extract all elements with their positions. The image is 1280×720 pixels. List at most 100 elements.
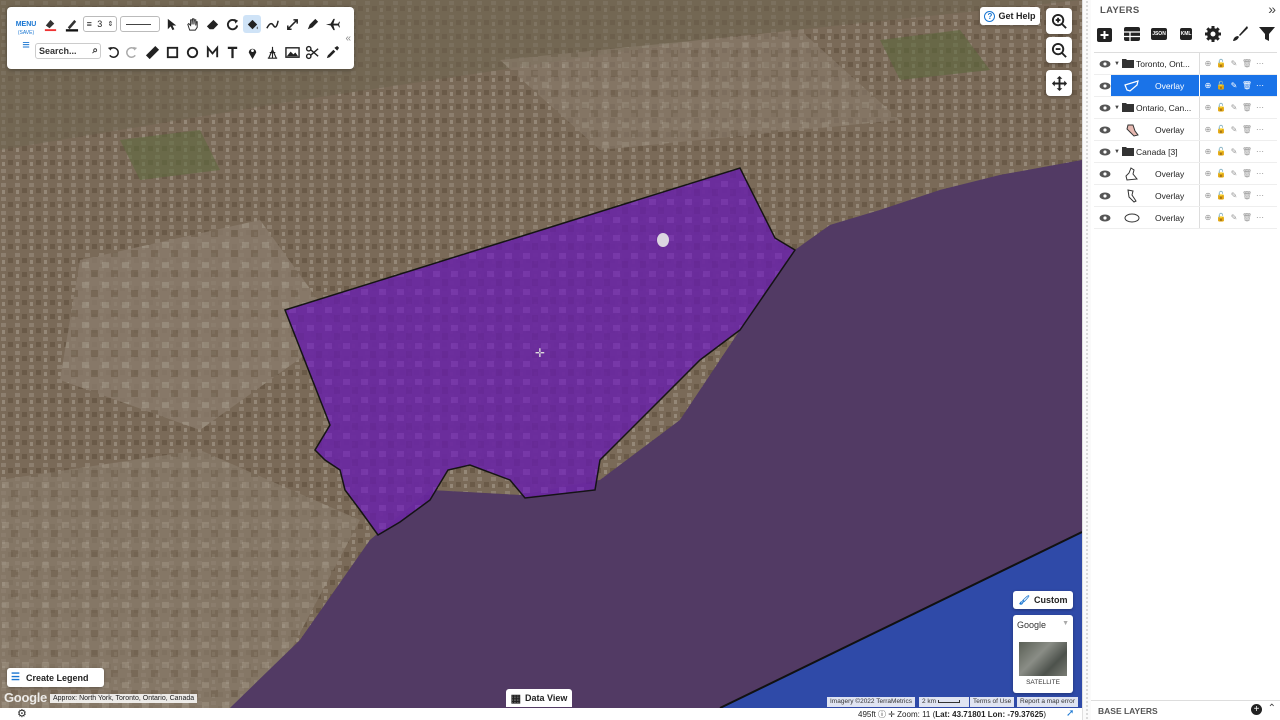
target-icon[interactable]: ⊕ (1203, 189, 1213, 201)
ruler-icon[interactable] (143, 43, 161, 61)
more-icon[interactable]: ⋯ (1255, 79, 1265, 91)
search-input[interactable]: Search... ⌕ (35, 43, 101, 59)
pointer-icon[interactable]: ➚ (1066, 708, 1074, 719)
more-icon[interactable]: ⋯ (1255, 123, 1265, 135)
lock-icon[interactable]: 🔓 (1216, 101, 1226, 113)
fill-color-icon[interactable] (41, 15, 59, 33)
zoom-in-button[interactable] (1046, 8, 1072, 34)
create-legend-button[interactable]: ☰ Create Legend (7, 668, 104, 687)
trash-icon[interactable]: 🗑 (1242, 101, 1252, 113)
data-view-button[interactable]: ▦ Data View (506, 689, 572, 707)
trash-icon[interactable]: 🗑 (1242, 123, 1252, 135)
layer-overlay-row[interactable]: Overlay ⊕ 🔓 ✎ 🗑 ⋯ (1094, 185, 1277, 207)
redo-icon[interactable] (122, 43, 140, 61)
visibility-eye-icon[interactable] (1099, 124, 1111, 136)
fill-bucket-icon[interactable] (243, 15, 261, 33)
terms-link[interactable]: Terms of Use (970, 697, 1015, 707)
layer-overlay-row[interactable]: Overlay ⊕ 🔓 ✎ 🗑 ⋯ (1094, 119, 1277, 141)
target-icon[interactable]: ⊕ (1203, 145, 1213, 157)
more-icon[interactable]: ⋯ (1255, 145, 1265, 157)
trash-icon[interactable]: 🗑 (1242, 79, 1252, 91)
target-icon[interactable]: ⊕ (1203, 123, 1213, 135)
more-icon[interactable]: ⋯ (1255, 211, 1265, 223)
eraser-icon[interactable] (203, 15, 221, 33)
add-base-layer-icon[interactable]: + (1251, 704, 1262, 715)
pen-icon[interactable] (303, 15, 321, 33)
caret-down-icon[interactable]: ▼ (1114, 61, 1120, 67)
lock-icon[interactable]: 🔓 (1216, 211, 1226, 223)
report-error-link[interactable]: Report a map error (1017, 697, 1078, 707)
brush-icon[interactable] (1230, 24, 1250, 44)
more-icon[interactable]: ⋯ (1255, 189, 1265, 201)
target-icon[interactable]: ⊕ (1203, 101, 1213, 113)
collapse-sidebar-icon[interactable]: » (1268, 1, 1276, 17)
edit-icon[interactable]: ✎ (1229, 189, 1239, 201)
target-icon[interactable]: ⊕ (1203, 211, 1213, 223)
line-style-select[interactable] (120, 16, 160, 32)
basemap-provider-select[interactable]: Google ▼ (1017, 620, 1069, 630)
edit-icon[interactable]: ✎ (1229, 123, 1239, 135)
polygon-icon[interactable] (203, 43, 221, 61)
edit-icon[interactable]: ✎ (1229, 101, 1239, 113)
rotate-icon[interactable] (223, 15, 241, 33)
settings-gear-icon[interactable]: ⚙ (17, 707, 27, 720)
visibility-eye-icon[interactable] (1099, 58, 1111, 70)
layer-overlay-row[interactable]: Overlay ⊕ 🔓 ✎ 🗑 ⋯ (1094, 207, 1277, 229)
target-icon[interactable]: ⊕ (1203, 79, 1213, 91)
symbol-icon[interactable] (263, 43, 281, 61)
lock-icon[interactable]: 🔓 (1216, 167, 1226, 179)
select-icon[interactable] (163, 15, 181, 33)
filter-icon[interactable] (1257, 24, 1277, 44)
visibility-eye-icon[interactable] (1099, 102, 1111, 114)
line-color-icon[interactable] (62, 15, 80, 33)
pan-hand-icon[interactable] (183, 15, 201, 33)
lock-icon[interactable]: 🔓 (1216, 189, 1226, 201)
kml-icon[interactable]: KML (1176, 24, 1196, 44)
visibility-eye-icon[interactable] (1099, 146, 1111, 158)
search-icon[interactable]: ⌕ (92, 45, 98, 56)
panel-resize-handle[interactable] (1082, 0, 1091, 720)
visibility-eye-icon[interactable] (1099, 190, 1111, 202)
lock-icon[interactable]: 🔓 (1216, 79, 1226, 91)
edit-icon[interactable]: ✎ (1229, 145, 1239, 157)
circle-icon[interactable] (183, 43, 201, 61)
add-layer-icon[interactable] (1095, 24, 1115, 44)
expand-up-icon[interactable]: ⌃ (1268, 703, 1276, 714)
gear-icon[interactable] (1203, 24, 1223, 44)
scissors-icon[interactable] (303, 43, 321, 61)
collapse-toolbar-icon[interactable]: « (345, 33, 351, 44)
target-icon[interactable]: ⊕ (1203, 57, 1213, 69)
caret-down-icon[interactable]: ▼ (1114, 105, 1120, 111)
trash-icon[interactable]: 🗑 (1242, 189, 1252, 201)
more-icon[interactable]: ⋯ (1255, 57, 1265, 69)
layer-folder-row[interactable]: ▼ Ontario, Can... ⊕ 🔓 ✎ 🗑 ⋯ (1094, 97, 1277, 119)
trash-icon[interactable]: 🗑 (1242, 57, 1252, 69)
image-icon[interactable] (283, 43, 301, 61)
layer-folder-row[interactable]: ▼ Toronto, Ont... ⊕ 🔓 ✎ 🗑 ⋯ (1094, 53, 1277, 75)
visibility-eye-icon[interactable] (1099, 80, 1111, 92)
get-help-button[interactable]: ? Get Help (980, 7, 1040, 25)
layer-folder-row[interactable]: ▼ Canada [3] ⊕ 🔓 ✎ 🗑 ⋯ (1094, 141, 1277, 163)
map-canvas[interactable]: ✛ MENU (SAVE) ≡ ≡ 3 ⇕ Search... ⌕ « ? Ge… (0, 0, 1082, 708)
resize-arrow-icon[interactable] (283, 15, 301, 33)
zoom-out-button[interactable] (1046, 37, 1072, 63)
lock-icon[interactable]: 🔓 (1216, 57, 1226, 69)
lock-icon[interactable]: 🔓 (1216, 145, 1226, 157)
target-icon[interactable]: ⊕ (1203, 167, 1213, 179)
airplane-icon[interactable] (323, 15, 341, 33)
move-button[interactable] (1046, 70, 1072, 96)
visibility-eye-icon[interactable] (1099, 212, 1111, 224)
line-width-stepper[interactable]: ≡ 3 ⇕ (83, 16, 117, 32)
lock-icon[interactable]: 🔓 (1216, 123, 1226, 135)
custom-style-button[interactable]: 🖌 Custom (1013, 591, 1073, 609)
text-icon[interactable] (223, 43, 241, 61)
edit-icon[interactable]: ✎ (1229, 211, 1239, 223)
edit-icon[interactable]: ✎ (1229, 79, 1239, 91)
json-icon[interactable]: JSON (1149, 24, 1169, 44)
more-icon[interactable]: ⋯ (1255, 167, 1265, 179)
more-icon[interactable]: ⋯ (1255, 101, 1265, 113)
trash-icon[interactable]: 🗑 (1242, 145, 1252, 157)
rectangle-icon[interactable] (163, 43, 181, 61)
layer-overlay-row[interactable]: Overlay ⊕ 🔓 ✎ 🗑 ⋯ (1094, 163, 1277, 185)
satellite-thumbnail[interactable] (1019, 642, 1067, 676)
